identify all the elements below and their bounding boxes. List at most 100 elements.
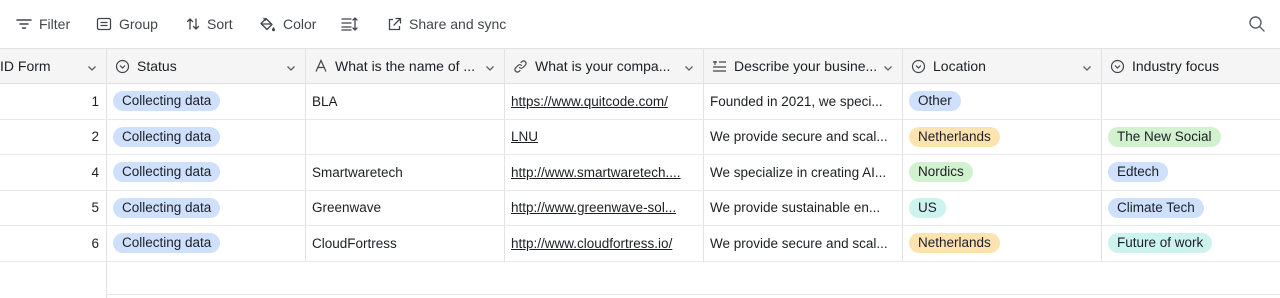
location-cell[interactable]: Netherlands	[903, 119, 1102, 154]
single-select-icon	[911, 59, 926, 74]
business-description-cell[interactable]: We provide sustainable en...	[704, 190, 903, 225]
filter-label: Filter	[39, 16, 71, 32]
status-cell[interactable]: Collecting data	[107, 155, 306, 190]
location-cell[interactable]: Other	[903, 84, 1102, 119]
link-icon	[513, 59, 528, 74]
paint-bucket-icon	[259, 17, 276, 32]
business-description-value: We provide secure and scal...	[710, 129, 888, 145]
column-header-location[interactable]: Location	[903, 49, 1102, 83]
company-name-cell[interactable]	[306, 119, 505, 154]
filter-button[interactable]: Filter	[16, 14, 70, 34]
group-icon	[96, 17, 112, 31]
column-header-label: Industry focus	[1132, 58, 1220, 74]
company-url-cell[interactable]: http://www.cloudfortress.io/	[505, 226, 704, 261]
chevron-down-icon[interactable]	[1081, 61, 1093, 77]
table-row[interactable]: 6 Collecting data CloudFortress http://www.…	[0, 226, 1280, 262]
location-cell[interactable]: Nordics	[903, 155, 1102, 190]
add-row-area[interactable]	[0, 261, 1280, 298]
id-cell[interactable]: 4	[0, 155, 107, 190]
company-url-link[interactable]: http://www.smartwaretech....	[511, 165, 695, 180]
color-label: Color	[283, 16, 317, 32]
industry-pill: Edtech	[1108, 162, 1169, 183]
status-cell[interactable]: Collecting data	[107, 190, 306, 225]
company-name-cell[interactable]: BLA	[306, 84, 505, 119]
industry-focus-cell[interactable]: Edtech	[1102, 155, 1280, 190]
id-value: 1	[91, 93, 99, 109]
business-description-cell[interactable]: Founded in 2021, we speci...	[704, 84, 903, 119]
company-url-link[interactable]: http://www.cloudfortress.io/	[511, 236, 695, 251]
company-url-link[interactable]: http://www.greenwave-sol...	[511, 200, 695, 215]
location-cell[interactable]: Netherlands	[903, 226, 1102, 261]
company-url-cell[interactable]: https://www.quitcode.com/	[505, 84, 704, 119]
column-header-business-description[interactable]: Describe your busine...	[704, 49, 903, 83]
header-row: ID Form Status What is the name of ... W…	[0, 48, 1280, 84]
column-header-label: ID Form	[0, 58, 51, 74]
company-url-link[interactable]: https://www.quitcode.com/	[511, 94, 695, 109]
location-pill: Netherlands	[909, 233, 1000, 254]
chevron-down-icon[interactable]	[484, 61, 496, 77]
business-description-cell[interactable]: We specialize in creating AI...	[704, 155, 903, 190]
business-description-value: We specialize in creating AI...	[710, 164, 887, 180]
column-header-company-url[interactable]: What is your compa...	[505, 49, 704, 83]
company-name-cell[interactable]: CloudFortress	[306, 226, 505, 261]
column-header-label: What is the name of ...	[335, 58, 476, 74]
company-name-cell[interactable]: Greenwave	[306, 190, 505, 225]
column-header-company-name[interactable]: What is the name of ...	[306, 49, 505, 83]
id-cell[interactable]: 2	[0, 119, 107, 154]
group-label: Group	[119, 16, 158, 32]
chevron-down-icon[interactable]	[86, 61, 98, 77]
company-name-value: Smartwaretech	[312, 164, 403, 180]
table-row[interactable]: 5 Collecting data Greenwave http://www.gree…	[0, 190, 1280, 226]
status-cell[interactable]: Collecting data	[107, 119, 306, 154]
industry-focus-cell[interactable]: Future of work	[1102, 226, 1280, 261]
row-height-icon	[341, 17, 359, 31]
industry-pill: Future of work	[1108, 233, 1213, 254]
id-value: 5	[91, 200, 99, 216]
chevron-down-icon[interactable]	[683, 61, 695, 77]
industry-focus-cell[interactable]: Climate Tech	[1102, 191, 1280, 226]
company-url-cell[interactable]: http://www.smartwaretech....	[505, 155, 704, 190]
sort-icon	[186, 17, 200, 31]
location-pill: Other	[909, 91, 961, 112]
share-label: Share and sync	[409, 16, 507, 32]
color-button[interactable]: Color	[259, 14, 316, 34]
company-url-cell[interactable]: LNU	[505, 119, 704, 154]
id-cell[interactable]: 1	[0, 84, 107, 119]
company-url-cell[interactable]: http://www.greenwave-sol...	[505, 190, 704, 225]
company-name-cell[interactable]: Smartwaretech	[306, 155, 505, 190]
view-toolbar: Filter Group Sort Color Share and sync	[0, 0, 1280, 48]
location-cell[interactable]: US	[903, 190, 1102, 225]
search-icon	[1248, 16, 1266, 36]
business-description-value: Founded in 2021, we speci...	[710, 93, 883, 109]
industry-pill: The New Social	[1108, 126, 1221, 147]
status-cell[interactable]: Collecting data	[107, 84, 306, 119]
business-description-cell[interactable]: We provide secure and scal...	[704, 226, 903, 261]
company-name-value: Greenwave	[312, 200, 382, 216]
id-cell[interactable]: 5	[0, 190, 107, 225]
company-name-value: CloudFortress	[312, 235, 397, 251]
table-row[interactable]: 2 Collecting data LNU We provide secure and…	[0, 119, 1280, 155]
share-sync-button[interactable]: Share and sync	[387, 14, 506, 34]
status-cell[interactable]: Collecting data	[107, 226, 306, 261]
grid-bottom-divider	[107, 294, 1280, 295]
share-external-icon	[387, 17, 402, 32]
company-name-value: BLA	[312, 93, 338, 109]
table-row[interactable]: 4 Collecting data Smartwaretech http://www.…	[0, 155, 1280, 191]
chevron-down-icon[interactable]	[285, 61, 297, 77]
table-row[interactable]: 1 Collecting data BLA https://www.quitcode.…	[0, 84, 1280, 120]
industry-focus-cell[interactable]: The New Social	[1102, 120, 1280, 155]
column-header-status[interactable]: Status	[107, 49, 306, 83]
company-url-link[interactable]: LNU	[511, 129, 695, 144]
business-description-cell[interactable]: We provide secure and scal...	[704, 119, 903, 154]
sort-button[interactable]: Sort	[186, 14, 233, 34]
row-height-button[interactable]	[341, 14, 359, 34]
chevron-down-icon[interactable]	[882, 61, 894, 77]
search-button[interactable]	[1248, 15, 1266, 36]
column-header-id-form[interactable]: ID Form	[0, 49, 107, 83]
long-text-icon	[712, 60, 727, 73]
group-button[interactable]: Group	[96, 14, 158, 34]
column-header-industry-focus[interactable]: Industry focus	[1102, 49, 1280, 83]
industry-focus-cell[interactable]	[1102, 84, 1280, 119]
status-pill: Collecting data	[113, 126, 221, 147]
id-cell[interactable]: 6	[0, 226, 107, 261]
